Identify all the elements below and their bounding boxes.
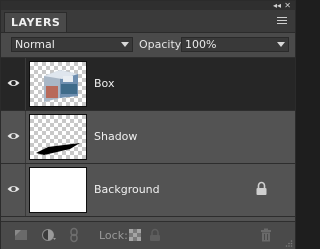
close-icon[interactable]: ✕	[284, 1, 291, 10]
layer-controls-row: Normal Opacity: 100%	[1, 33, 295, 55]
layers-panel: ◂◂ ✕ LAYERS Normal Opacity: 100% Box Sha…	[0, 0, 296, 249]
visibility-toggle[interactable]	[1, 164, 26, 216]
lock-all-icon[interactable]	[147, 227, 163, 243]
blend-mode-select[interactable]: Normal	[11, 37, 133, 52]
box-image-thumb	[29, 61, 87, 107]
layer-name: Background	[94, 183, 160, 196]
layer-name: Shadow	[94, 130, 138, 143]
opacity-select[interactable]: 100%	[181, 37, 289, 52]
trash-icon[interactable]	[258, 227, 274, 243]
chevron-down-icon	[277, 42, 285, 47]
lock-transparency-icon[interactable]	[127, 227, 143, 243]
collapse-icon[interactable]: ◂◂	[273, 1, 281, 10]
opacity-label: Opacity:	[139, 38, 185, 51]
shadow-thumb	[29, 114, 87, 160]
blend-mode-value: Normal	[15, 38, 55, 51]
visibility-toggle[interactable]	[1, 111, 26, 163]
layers-list: Box Shadow Background	[1, 57, 295, 222]
fill-adjustment-icon[interactable]	[41, 227, 57, 243]
layers-bottom-toolbar: Lock:	[1, 221, 295, 249]
white-thumb	[29, 167, 87, 213]
layer-name: Box	[94, 77, 115, 90]
link-icon[interactable]	[66, 227, 82, 243]
layer-row-box[interactable]: Box	[1, 58, 295, 111]
panel-menu-icon[interactable]	[275, 15, 289, 27]
panel-top-strip: ◂◂ ✕	[1, 1, 295, 10]
eye-icon	[7, 133, 20, 139]
layer-row-shadow[interactable]: Shadow	[1, 111, 295, 164]
layers-tab[interactable]: LAYERS	[4, 12, 68, 32]
resize-grip-icon[interactable]	[285, 239, 293, 247]
eye-icon	[7, 186, 20, 192]
new-layer-icon[interactable]	[13, 227, 29, 243]
panel-title-bar: LAYERS	[1, 10, 295, 33]
chevron-down-icon	[121, 42, 129, 47]
layer-row-background[interactable]: Background	[1, 164, 295, 217]
visibility-toggle[interactable]	[1, 58, 26, 110]
lock-label: Lock:	[99, 229, 128, 242]
opacity-value: 100%	[185, 38, 217, 51]
lock-icon	[256, 181, 267, 195]
eye-icon	[7, 80, 20, 86]
